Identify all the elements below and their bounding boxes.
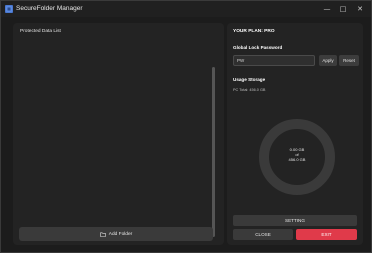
add-folder-label: Add Folder <box>108 231 133 237</box>
storage-usage-text: 0.00 GB of 456.0 GB <box>257 147 337 162</box>
plan-label: YOUR PLAN: PRO <box>233 29 275 34</box>
app-window: SecureFolder Manager — □ ✕ Protected Dat… <box>0 0 372 253</box>
account-panel: YOUR PLAN: PRO Global Lock Password Appl… <box>227 23 363 245</box>
global-lock-password-label: Global Lock Password <box>233 45 283 50</box>
protected-data-list-title: Protected Data List <box>20 29 61 34</box>
app-icon <box>5 5 13 13</box>
list-scrollbar[interactable] <box>212 67 215 237</box>
setting-button[interactable]: SETTING <box>233 215 357 226</box>
title-bar[interactable]: SecureFolder Manager — □ ✕ <box>1 1 371 17</box>
close-icon[interactable]: ✕ <box>352 1 368 17</box>
minimize-icon[interactable]: — <box>319 1 335 17</box>
folder-icon <box>99 232 106 237</box>
exit-button[interactable]: EXIT <box>296 229 357 240</box>
maximize-icon[interactable]: □ <box>335 1 351 17</box>
add-folder-button[interactable]: Add Folder <box>19 227 213 241</box>
close-button[interactable]: CLOSE <box>233 229 293 240</box>
reset-button[interactable]: Reset <box>339 55 359 66</box>
protected-data-panel: Protected Data List Add Folder <box>13 23 224 245</box>
storage-total-value: 456.0 GB <box>288 157 306 162</box>
apply-button[interactable]: Apply <box>319 55 337 66</box>
window-title: SecureFolder Manager <box>16 5 83 12</box>
lock-password-input[interactable] <box>233 55 315 66</box>
usage-storage-label: Usage Storage <box>233 77 266 82</box>
protected-data-list[interactable] <box>19 41 209 239</box>
pc-total-text: PC Total: 456.0 GB <box>233 88 266 92</box>
